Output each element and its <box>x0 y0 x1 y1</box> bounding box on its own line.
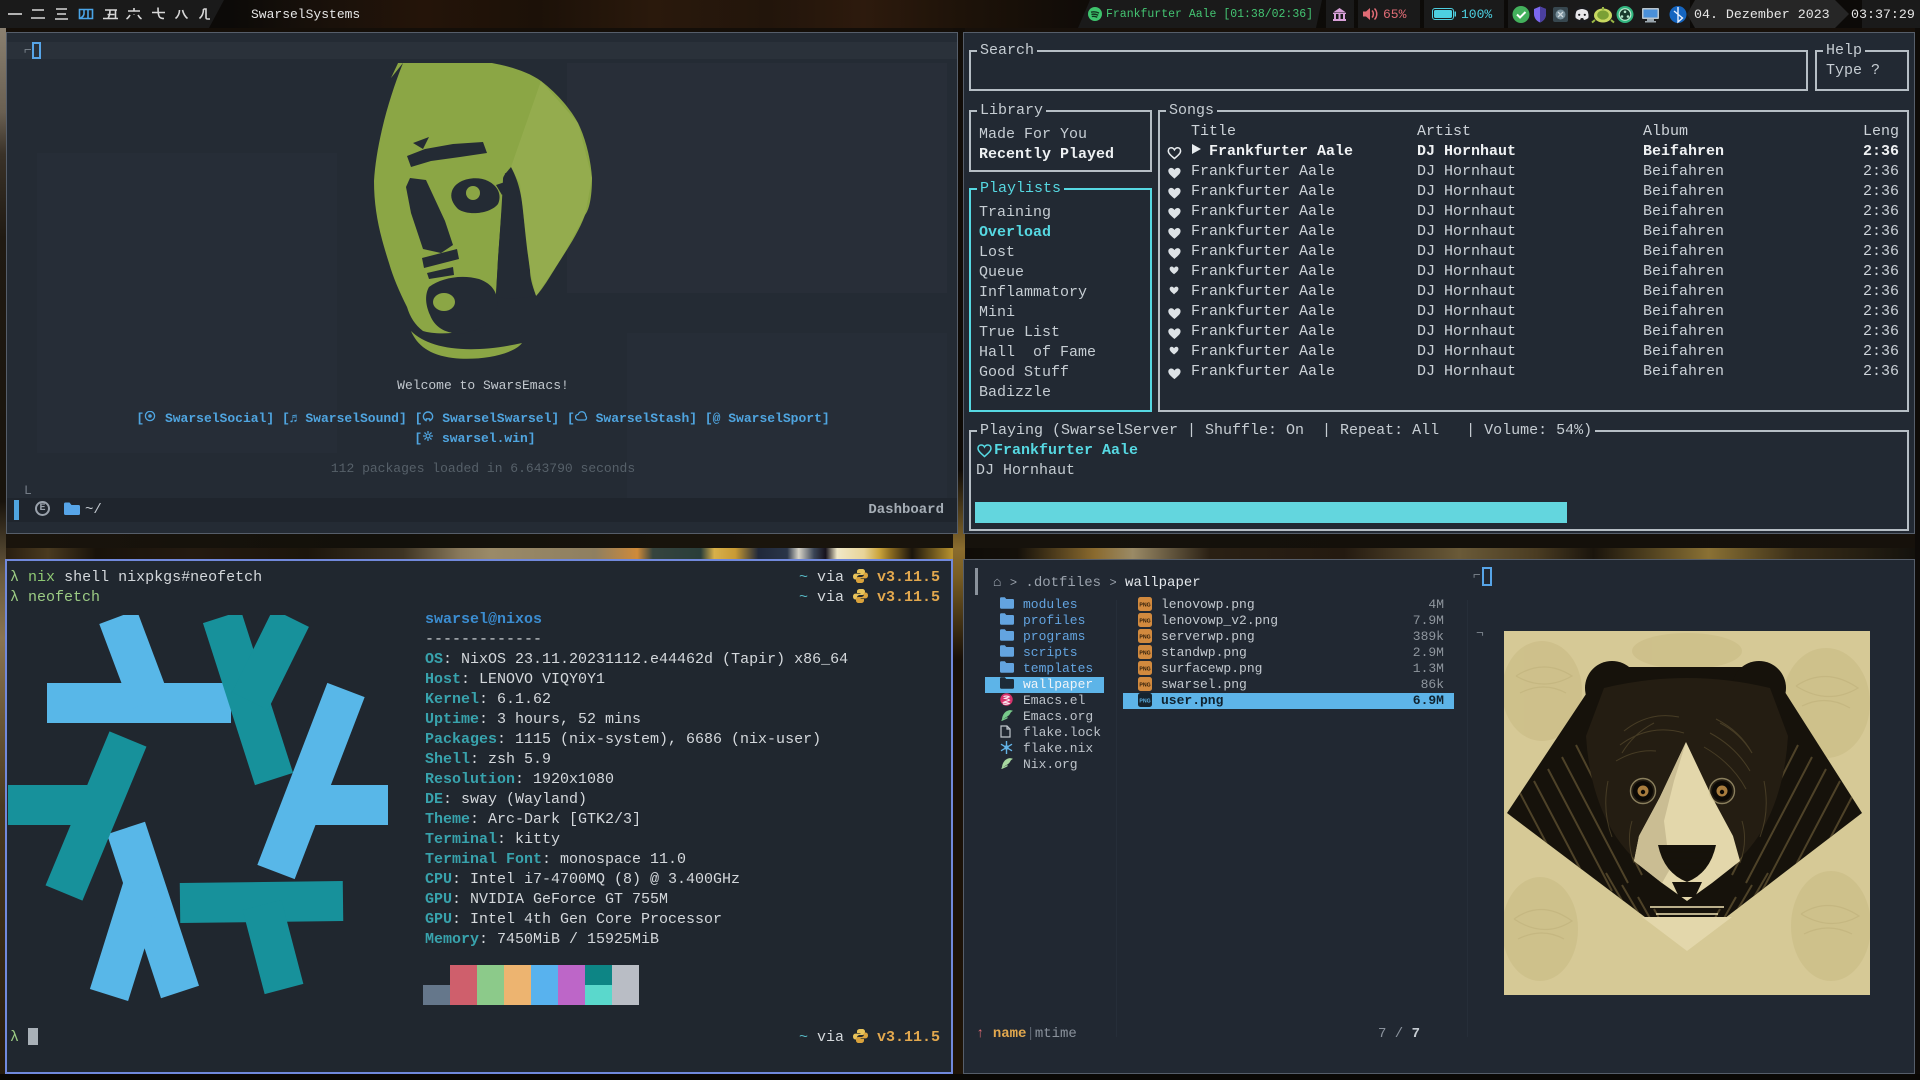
svg-text:PNG: PNG <box>1139 699 1150 705</box>
svg-text:PNG: PNG <box>1139 651 1150 657</box>
svg-text:PNG: PNG <box>1139 683 1150 689</box>
svg-text:PNG: PNG <box>1139 603 1150 609</box>
svg-text:PNG: PNG <box>1139 619 1150 625</box>
svg-text:PNG: PNG <box>1139 635 1150 641</box>
svg-text:PNG: PNG <box>1139 667 1150 673</box>
